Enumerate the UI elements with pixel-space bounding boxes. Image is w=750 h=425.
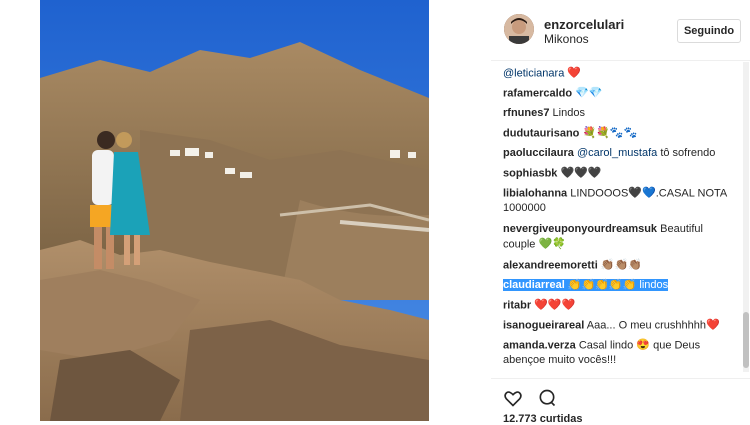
post-username[interactable]: enzorcelulari: [544, 17, 624, 32]
bouquet-emoji: 💐💐🐾🐾: [582, 127, 638, 139]
comment: isanogueirareal Aaa... O meu crushhhhh❤️: [503, 318, 735, 333]
post-photo: [40, 0, 429, 421]
profile-photo-icon: [504, 14, 534, 44]
comment-username[interactable]: ritabr: [503, 299, 531, 311]
comment-mention[interactable]: @carol_mustafa: [577, 147, 657, 159]
post-side-panel: enzorcelulari Mikonos Seguindo @letician…: [491, 0, 750, 425]
comment-text: Casal lindo: [578, 339, 634, 352]
comment-text: 1000000: [503, 202, 546, 214]
heart-emoji: ❤️: [706, 319, 720, 331]
comment-username[interactable]: paoluccilaura: [503, 147, 574, 159]
post-header: enzorcelulari Mikonos Seguindo: [491, 0, 750, 61]
couple-mountain-photo: [40, 0, 429, 421]
green-heart-emoji: 💚🍀: [538, 238, 566, 250]
like-count[interactable]: 12.773 curtidas: [503, 413, 583, 425]
comment-text: .CASAL NOTA: [655, 187, 728, 200]
comment-username[interactable]: claudiarreal: [503, 279, 565, 291]
heart-emoji: 🖤💙: [628, 187, 656, 199]
comment: claudiarreal 👏👏👏👏👏 lindos: [503, 278, 735, 293]
comment: nevergiveuponyourdreamsuk Beautiful: [503, 222, 735, 237]
comment-username[interactable]: dudutaurisano: [503, 127, 579, 139]
comment-username[interactable]: isanogueirareal: [503, 319, 584, 331]
black-heart-emoji: 🖤🖤🖤: [560, 167, 602, 179]
comment-text: abençoe muito vocês!!!: [503, 354, 617, 366]
heart-icon[interactable]: [503, 388, 523, 408]
comment: rafamercaldo 💎💎: [503, 86, 735, 101]
scrollbar-thumb[interactable]: [743, 312, 749, 368]
comment-text: Lindos: [552, 107, 585, 119]
post-location[interactable]: Mikonos: [544, 32, 589, 46]
comment-username[interactable]: rfnunes7: [503, 107, 549, 119]
comment: libialohanna LINDOOOS🖤💙.CASAL NOTA: [503, 186, 735, 201]
comment: @leticianara ❤️: [503, 66, 735, 81]
comment-mention[interactable]: @leticianara: [503, 67, 564, 79]
comment: sophiasbk 🖤🖤🖤: [503, 166, 735, 181]
comment: amanda.verza Casal lindo 😍 que Deus: [503, 338, 735, 353]
comment-text: lindos: [639, 279, 669, 292]
comment: dudutaurisano 💐💐🐾🐾: [503, 126, 735, 141]
comment-username[interactable]: rafamercaldo: [503, 87, 572, 99]
clap-emoji: 👏🏽👏🏽👏🏽: [600, 259, 642, 271]
comment-text: LINDOOOS: [570, 187, 629, 200]
comment-continuation: couple 💚🍀: [503, 237, 735, 252]
comment: paoluccilaura @carol_mustafa tô sofrendo: [503, 146, 735, 161]
comment: ritabr ❤️❤️❤️: [503, 298, 735, 313]
comment-text: que Deus: [653, 339, 701, 352]
comment-username[interactable]: libialohanna: [503, 187, 567, 199]
comment-text: couple: [503, 238, 536, 251]
post-actions: 12.773 curtidas: [491, 378, 750, 425]
comments-list: @leticianara ❤️ rafamercaldo 💎💎 rfnunes7…: [491, 60, 750, 378]
comment-continuation: 1000000: [503, 201, 735, 216]
comment-text: tô sofrendo: [660, 147, 716, 159]
comment-username[interactable]: alexandreemoretti: [503, 259, 598, 271]
comment-continuation: abençoe muito vocês!!!: [503, 353, 735, 368]
diamond-emoji: 💎💎: [575, 87, 603, 99]
avatar[interactable]: [504, 14, 534, 44]
heart-emoji: ❤️: [567, 67, 582, 79]
clap-emoji: 👏👏👏👏👏: [567, 279, 637, 291]
comment: rfnunes7 Lindos: [503, 106, 735, 121]
heart-eyes-emoji: 😍: [636, 339, 651, 351]
comments-scrollbar[interactable]: [743, 62, 749, 372]
comment: alexandreemoretti 👏🏽👏🏽👏🏽: [503, 258, 735, 273]
comment-text: Beautiful: [660, 223, 703, 235]
comment-username[interactable]: sophiasbk: [503, 167, 557, 179]
comment-text: Aaa... O meu crushhhhh: [586, 319, 707, 332]
following-button[interactable]: Seguindo: [677, 19, 741, 43]
comment-username[interactable]: nevergiveuponyourdreamsuk: [503, 223, 657, 235]
comment-bubble-icon[interactable]: [537, 388, 557, 408]
comment-username[interactable]: amanda.verza: [503, 339, 576, 351]
heart-emoji: ❤️❤️❤️: [534, 299, 576, 311]
